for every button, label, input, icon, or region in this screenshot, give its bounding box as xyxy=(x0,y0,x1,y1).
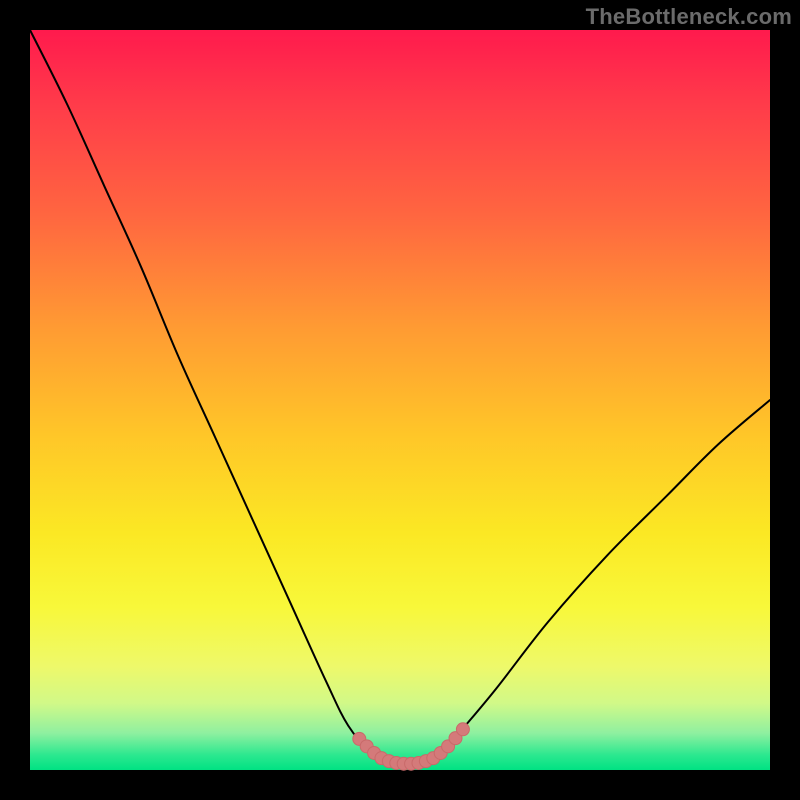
chart-frame: TheBottleneck.com xyxy=(0,0,800,800)
watermark-label: TheBottleneck.com xyxy=(586,4,792,30)
curve-svg xyxy=(30,30,770,770)
curve-marker xyxy=(456,723,469,736)
bottleneck-curve xyxy=(30,30,770,764)
plot-area xyxy=(30,30,770,770)
